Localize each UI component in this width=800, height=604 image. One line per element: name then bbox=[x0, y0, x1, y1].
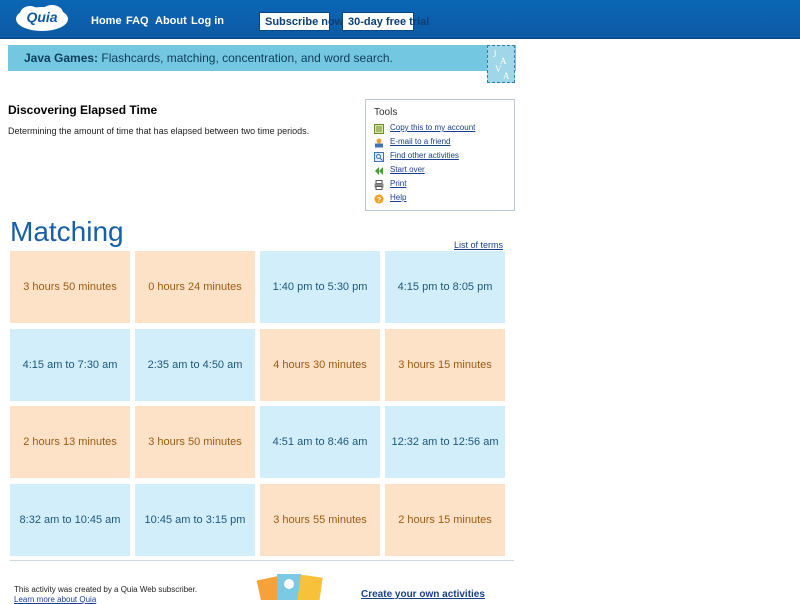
tool-print-label[interactable]: Print bbox=[390, 179, 406, 188]
game-heading: Matching bbox=[10, 216, 124, 247]
matching-tile[interactable]: 10:45 am to 3:15 pm bbox=[135, 484, 255, 556]
banner-bold: Java Games: bbox=[24, 51, 99, 65]
tool-start-over-label[interactable]: Start over bbox=[390, 165, 425, 174]
nav-about-link[interactable]: About bbox=[155, 15, 187, 27]
tools-panel: Tools Copy this to my account E-mail to … bbox=[365, 99, 515, 211]
subscribe-button[interactable]: Subscribe now bbox=[259, 12, 343, 31]
matching-tile[interactable]: 4:15 am to 7:30 am bbox=[10, 329, 130, 401]
footer-divider bbox=[10, 560, 514, 561]
logo-text: Quia bbox=[26, 9, 58, 25]
print-icon bbox=[374, 180, 384, 190]
email-icon bbox=[375, 138, 383, 148]
badge-letter-a2: A bbox=[503, 71, 510, 81]
list-of-terms-link[interactable]: List of terms bbox=[454, 240, 503, 250]
nav-login-link[interactable]: Log in bbox=[191, 15, 224, 27]
tools-title: Tools bbox=[374, 107, 398, 118]
activity-cards-icon bbox=[257, 574, 323, 600]
matching-tile[interactable]: 3 hours 50 minutes bbox=[135, 406, 255, 478]
nav-home-link[interactable]: Home bbox=[91, 15, 122, 27]
banner-description: Flashcards, matching, concentration, and… bbox=[98, 51, 393, 65]
matching-tile[interactable]: 2 hours 13 minutes bbox=[10, 406, 130, 478]
free-trial-button[interactable]: 30-day free trial bbox=[342, 12, 429, 31]
matching-tile[interactable]: 8:32 am to 10:45 am bbox=[10, 484, 130, 556]
tool-copy-label[interactable]: Copy this to my account bbox=[390, 123, 475, 132]
footer-created-by: This activity was created by a Quia Web … bbox=[14, 585, 198, 594]
quia-logo[interactable]: Quia bbox=[14, 3, 70, 33]
matching-tile[interactable]: 3 hours 15 minutes bbox=[385, 329, 505, 401]
matching-tile[interactable]: 1:40 pm to 5:30 pm bbox=[260, 251, 380, 323]
tool-email-label[interactable]: E-mail to a friend bbox=[390, 137, 450, 146]
matching-tile[interactable]: 3 hours 55 minutes bbox=[260, 484, 380, 556]
tool-find-label[interactable]: Find other activities bbox=[390, 151, 459, 160]
java-games-banner: Java Games: Flashcards, matching, concen… bbox=[8, 45, 516, 71]
activity-title: Discovering Elapsed Time bbox=[8, 103, 158, 117]
banner-text: Java Games: Flashcards, matching, concen… bbox=[24, 51, 393, 65]
matching-tile[interactable]: 4:51 am to 8:46 am bbox=[260, 406, 380, 478]
java-badge-icon: J A V A bbox=[487, 45, 515, 83]
matching-tile[interactable]: 4:15 pm to 8:05 pm bbox=[385, 251, 505, 323]
badge-letter-v: V bbox=[495, 64, 502, 74]
matching-tile[interactable]: 4 hours 30 minutes bbox=[260, 329, 380, 401]
activity-description: Determining the amount of time that has … bbox=[8, 126, 310, 136]
svg-text:?: ? bbox=[377, 197, 381, 204]
badge-letter-j: J bbox=[493, 49, 497, 59]
nav-faq-link[interactable]: FAQ bbox=[126, 15, 149, 27]
matching-tile[interactable]: 2:35 am to 4:50 am bbox=[135, 329, 255, 401]
restart-icon bbox=[375, 167, 383, 175]
create-activities-link[interactable]: Create your own activities bbox=[361, 589, 485, 600]
search-icon bbox=[374, 152, 384, 162]
matching-tile[interactable]: 0 hours 24 minutes bbox=[135, 251, 255, 323]
matching-tile[interactable]: 12:32 am to 12:56 am bbox=[385, 406, 505, 478]
copy-icon bbox=[374, 124, 384, 134]
matching-tile[interactable]: 3 hours 50 minutes bbox=[10, 251, 130, 323]
matching-tile[interactable]: 2 hours 15 minutes bbox=[385, 484, 505, 556]
help-icon: ? bbox=[374, 194, 384, 204]
top-navigation-bar: Quia Home FAQ About Log in Subscribe now… bbox=[0, 0, 800, 39]
tool-help-label[interactable]: Help bbox=[390, 193, 406, 202]
